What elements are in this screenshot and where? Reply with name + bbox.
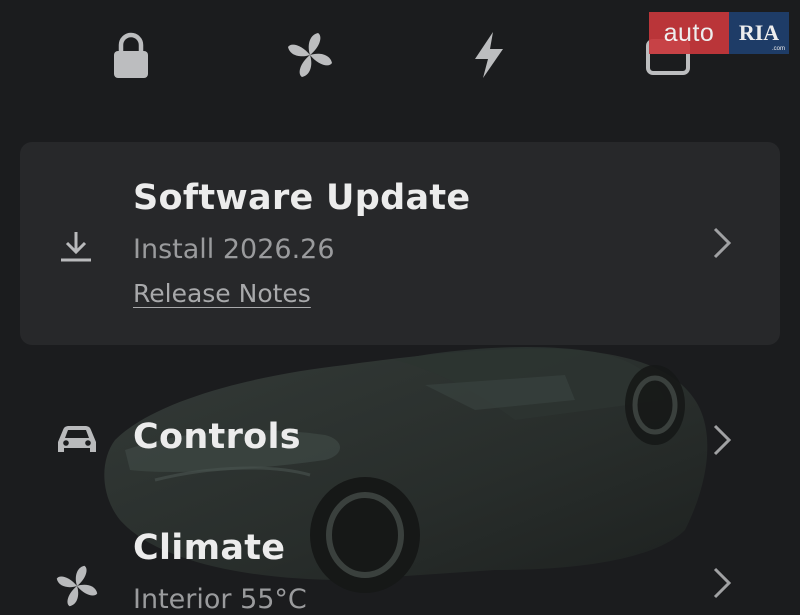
controls-title: Controls [133,417,301,457]
fan-icon[interactable] [285,30,335,80]
chevron-right-icon [710,226,734,264]
watermark-ria-text: RIA [738,20,780,45]
watermark-ria: RIA .com [729,12,789,54]
watermark-auto: auto [649,12,729,54]
chevron-right-icon [710,423,734,461]
lock-icon[interactable] [106,30,156,80]
chevron-right-icon [710,566,734,604]
software-update-title: Software Update [133,178,471,218]
car-icon [53,420,101,460]
release-notes-link[interactable]: Release Notes [133,279,311,308]
software-update-version: Install 2026.26 [133,234,335,265]
download-icon [56,226,96,266]
climate-title: Climate [133,528,286,568]
lightning-icon[interactable] [464,30,514,80]
autoria-watermark: auto RIA .com [649,12,789,54]
fan-icon [53,562,101,610]
software-update-card[interactable]: Software Update Install 2026.26 Release … [20,142,780,345]
watermark-suffix: .com [771,46,785,52]
